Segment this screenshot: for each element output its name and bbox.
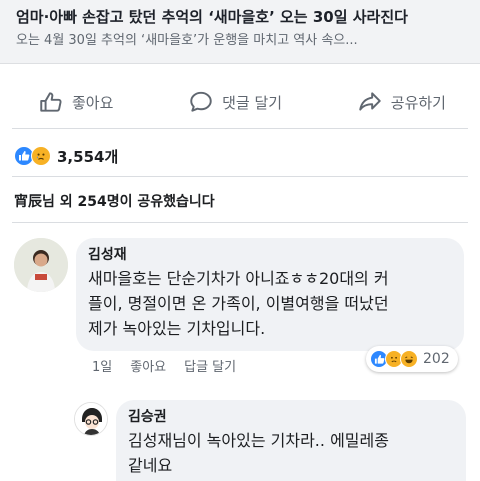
link-description: 오는 4월 30일 추억의 ‘새마을호’가 운행을 마치고 역사 속으...	[16, 33, 358, 48]
like-button-label: 좋아요	[72, 93, 114, 112]
divider	[12, 176, 468, 177]
laugh-icon	[400, 350, 418, 368]
share-arrow-icon	[359, 92, 381, 111]
comment-like-link[interactable]: 좋아요	[130, 356, 166, 375]
post-action-bar: 좋아요 댓글 달기 공유하기	[0, 82, 480, 122]
reply-text: 김성재님이 녹아있는 기차라.. 에밀레종 같네요	[128, 431, 389, 475]
comment-reaction-count: 202	[423, 351, 450, 367]
divider	[12, 128, 468, 129]
comment-author[interactable]: 김성재	[88, 246, 452, 264]
speech-bubble-icon	[190, 91, 212, 112]
comment-meta: 1일 좋아요 답글 달기	[92, 356, 236, 375]
comment-reply-link[interactable]: 답글 달기	[184, 356, 236, 375]
comment-reaction-badge[interactable]: 202	[366, 346, 458, 372]
comment-time[interactable]: 1일	[92, 356, 112, 375]
share-summary[interactable]: 宵辰님 외 254명이 공유했습니다	[14, 191, 215, 211]
sad-icon	[31, 146, 51, 166]
reply-bubble: 김승권 김성재님이 녹아있는 기차라.. 에밀레종 같네요	[116, 400, 466, 481]
share-button-label: 공유하기	[390, 93, 446, 112]
avatar[interactable]	[14, 238, 68, 292]
comment-bubble: 김성재 새마을호는 단순기차가 아니죠ㅎㅎ20대의 커 플이, 명절이면 온 가…	[76, 238, 464, 351]
link-preview-card[interactable]: 엄마·아빠 손잡고 탔던 추억의 ‘새마을호’ 오는 30일 사라진다 오는 4…	[0, 0, 480, 64]
link-title[interactable]: 엄마·아빠 손잡고 탔던 추억의 ‘새마을호’ 오는 30일 사라진다	[16, 6, 464, 28]
comment-text: 새마을호는 단순기차가 아니죠ㅎㅎ20대의 커 플이, 명절이면 온 가족이, …	[88, 269, 389, 338]
share-button[interactable]: 공유하기	[357, 82, 446, 122]
comment-button-label: 댓글 달기	[222, 93, 283, 112]
avatar[interactable]	[74, 402, 108, 436]
reply-author[interactable]: 김승권	[128, 408, 454, 426]
thumbs-up-icon	[40, 92, 62, 112]
divider	[12, 222, 468, 223]
like-button[interactable]: 좋아요	[38, 82, 113, 122]
reaction-count: 3,554개	[57, 147, 119, 166]
reaction-summary[interactable]: 3,554개	[14, 144, 118, 168]
comment-button[interactable]: 댓글 달기	[188, 82, 282, 122]
